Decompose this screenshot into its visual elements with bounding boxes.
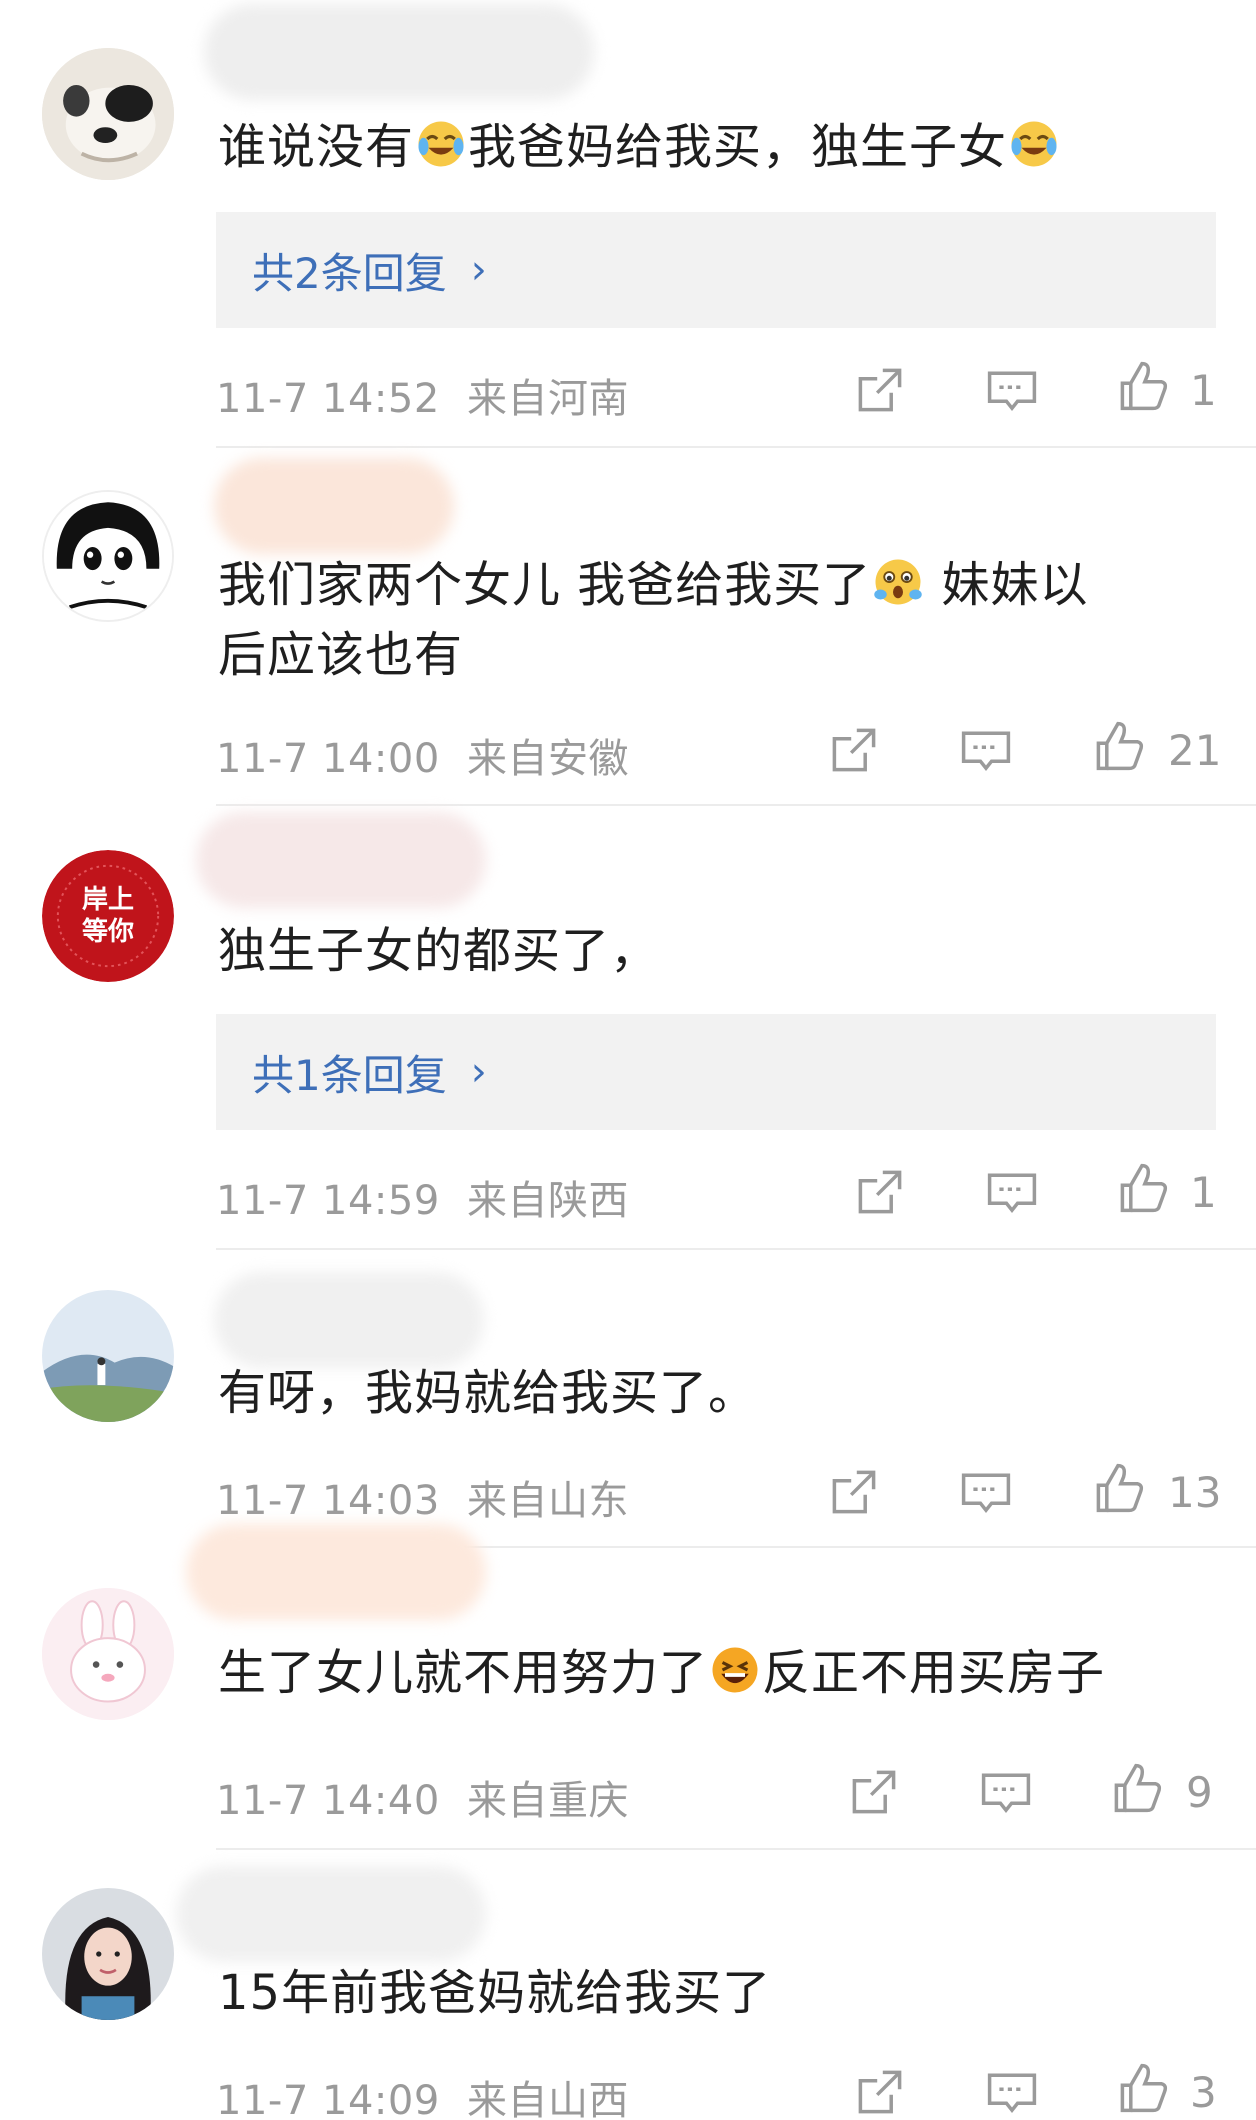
comment-location: 来自山东 — [467, 1478, 629, 1524]
divider — [216, 804, 1256, 806]
comment-time: 11-7 14:09 — [216, 2078, 440, 2120]
comment-text-part: 有呀，我妈就给我买了。 — [218, 1365, 758, 1421]
share-icon[interactable] — [852, 2064, 908, 2120]
reply-icon[interactable] — [984, 362, 1040, 418]
comment-meta: 11-7 14:40 来自重庆 — [216, 1768, 629, 1826]
comment-text-part: 我们家两个女儿 我爸给我买了 — [218, 557, 872, 613]
laughing-emoji-icon — [710, 1645, 760, 1695]
divider — [216, 1248, 1256, 1250]
like-icon[interactable] — [1114, 2060, 1170, 2116]
like-icon[interactable] — [1108, 1760, 1164, 1816]
reply-icon[interactable] — [984, 2064, 1040, 2120]
like-count: 3 — [1190, 2068, 1217, 2117]
comment-text-part: 我爸妈给我买，独生子女 — [468, 119, 1008, 175]
scared-emoji-icon — [873, 557, 923, 607]
avatar[interactable] — [42, 1588, 174, 1720]
comment-time: 11-7 14:00 — [216, 736, 440, 782]
username-blurred[interactable] — [204, 4, 594, 100]
comment-text: 谁说没有 我爸妈给我买，独生子女 — [218, 112, 1198, 182]
like-icon[interactable] — [1114, 358, 1170, 414]
username-blurred[interactable] — [214, 458, 454, 554]
like-icon[interactable] — [1114, 1160, 1170, 1216]
avatar[interactable] — [42, 1888, 174, 2020]
comment-text: 生了女儿就不用努力了 反正不用买房子 — [218, 1638, 1198, 1708]
avatar-text: 岸上等你 — [81, 885, 134, 947]
avatar[interactable]: 岸上等你 — [42, 850, 174, 982]
girl-photo-avatar-icon — [42, 1888, 174, 2020]
dog-avatar-icon — [42, 48, 174, 180]
comment-meta: 11-7 14:52 来自河南 — [216, 366, 629, 424]
bunny-avatar-icon — [42, 1588, 174, 1720]
comment-time: 11-7 14:52 — [216, 376, 440, 422]
comment-time: 11-7 14:03 — [216, 1478, 440, 1524]
like-count: 9 — [1186, 1768, 1213, 1817]
share-icon[interactable] — [826, 1464, 882, 1520]
replies-label: 共1条回复 — [252, 1050, 447, 1100]
avatar[interactable] — [42, 1290, 174, 1422]
comment-time: 11-7 14:59 — [216, 1178, 440, 1224]
like-count: 13 — [1168, 1468, 1222, 1517]
comment-text-part: 后应该也有 — [218, 627, 464, 683]
comment-location: 来自安徽 — [467, 736, 629, 782]
like-count: 1 — [1190, 366, 1217, 415]
comment-location: 来自河南 — [467, 376, 629, 422]
divider — [216, 1848, 1256, 1850]
comment-location: 来自山西 — [467, 2078, 629, 2120]
divider — [216, 446, 1256, 448]
reply-icon[interactable] — [958, 722, 1014, 778]
comment-location: 来自陕西 — [467, 1178, 629, 1224]
comment-location: 来自重庆 — [467, 1778, 629, 1824]
comment-text: 15年前我爸妈就给我买了 — [218, 1958, 1198, 2028]
replies-label: 共2条回复 — [252, 248, 447, 298]
landscape-avatar-icon — [42, 1290, 174, 1422]
avatar[interactable] — [42, 48, 174, 180]
share-icon[interactable] — [852, 362, 908, 418]
like-count: 21 — [1168, 726, 1222, 775]
view-replies-button[interactable]: 共2条回复 › — [216, 212, 1216, 328]
comment-text: 我们家两个女儿 我爸给我买了 妹妹以 后应该也有 — [218, 550, 1198, 690]
comment-meta: 11-7 14:09 来自山西 — [216, 2068, 629, 2120]
chevron-right-icon: › — [470, 247, 487, 293]
comment-text-part: 15年前我爸妈就给我买了 — [218, 1965, 772, 2021]
like-count: 1 — [1190, 1168, 1217, 1217]
comment-text-part: 妹妹以 — [925, 557, 1089, 613]
comment-time: 11-7 14:40 — [216, 1778, 440, 1824]
username-blurred[interactable] — [176, 1866, 486, 1962]
like-icon[interactable] — [1090, 1460, 1146, 1516]
crying-laugh-emoji-icon — [1009, 119, 1059, 169]
comment-text: 独生子女的都买了， — [218, 916, 1198, 986]
comment-text-part: 生了女儿就不用努力了 — [218, 1645, 709, 1701]
comment-meta: 11-7 14:59 来自陕西 — [216, 1168, 629, 1226]
chevron-right-icon: › — [470, 1049, 487, 1095]
like-icon[interactable] — [1090, 718, 1146, 774]
view-replies-button[interactable]: 共1条回复 › — [216, 1014, 1216, 1130]
anime-girl-avatar-icon — [44, 492, 172, 620]
reply-icon[interactable] — [984, 1164, 1040, 1220]
share-icon[interactable] — [846, 1764, 902, 1820]
reply-icon[interactable] — [958, 1464, 1014, 1520]
comment-text: 有呀，我妈就给我买了。 — [218, 1358, 1198, 1428]
username-blurred[interactable] — [186, 1524, 486, 1620]
share-icon[interactable] — [852, 1164, 908, 1220]
avatar[interactable] — [42, 490, 174, 622]
comment-text-part: 独生子女的都买了， — [218, 923, 660, 979]
username-blurred[interactable] — [196, 812, 486, 908]
comment-text-part: 反正不用买房子 — [762, 1645, 1106, 1701]
comment-meta: 11-7 14:00 来自安徽 — [216, 726, 629, 784]
comment-text-part: 谁说没有 — [218, 119, 415, 175]
comment-meta: 11-7 14:03 来自山东 — [216, 1468, 629, 1526]
share-icon[interactable] — [826, 722, 882, 778]
crying-laugh-emoji-icon — [416, 119, 466, 169]
username-blurred[interactable] — [214, 1272, 484, 1368]
reply-icon[interactable] — [978, 1764, 1034, 1820]
